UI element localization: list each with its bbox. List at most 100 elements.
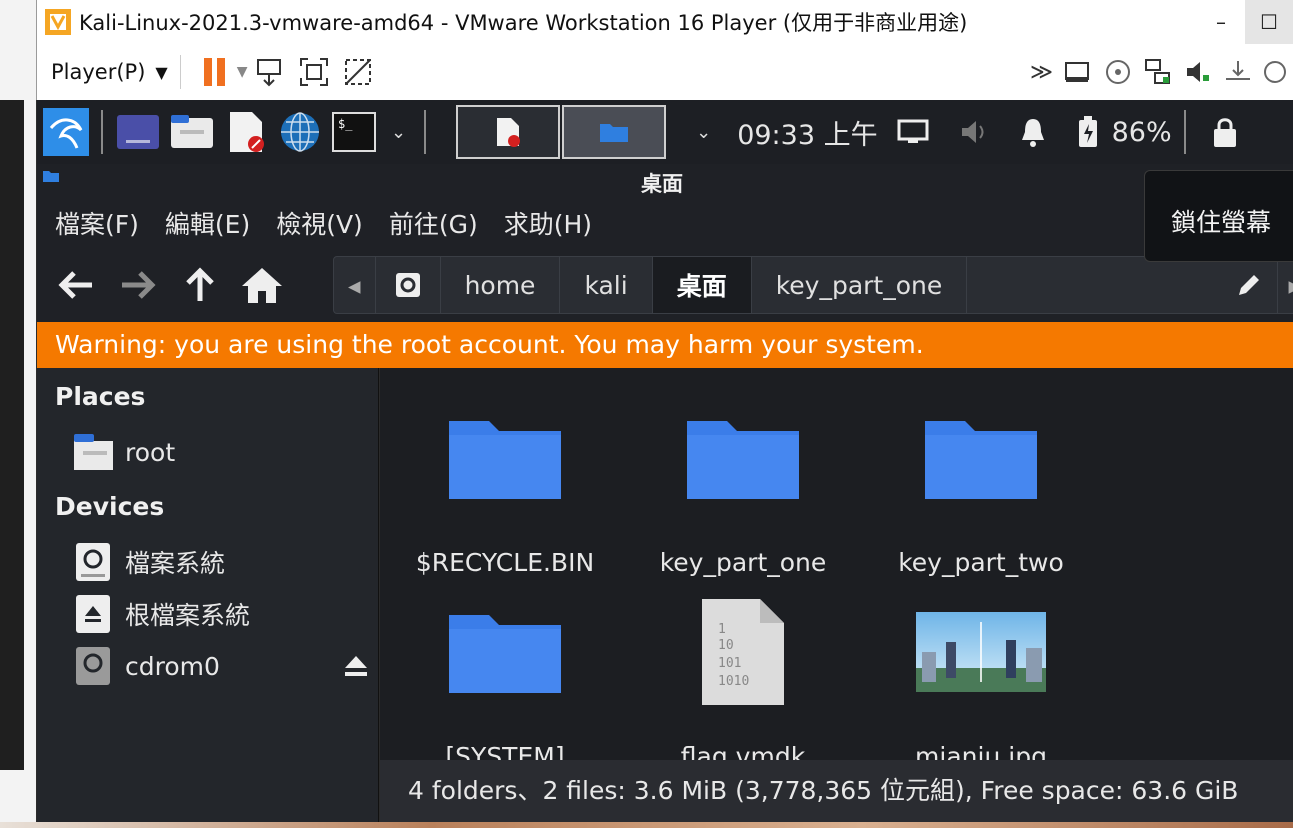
svg-text:$_: $_ (338, 117, 353, 131)
edit-path-button[interactable] (1221, 272, 1277, 298)
image-thumbnail-icon (916, 612, 1046, 692)
chevron-down-icon[interactable]: ⌄ (391, 122, 406, 143)
vm-device-icons: ≫ (1030, 44, 1293, 100)
path-bar: ◂ home kali 桌面 key_part_one ▸ (333, 256, 1293, 314)
folder-icon (600, 124, 629, 142)
sidebar-item-label: root (125, 437, 176, 467)
svg-text:10: 10 (718, 638, 734, 653)
vmware-titlebar: Kali-Linux-2021.3-vmware-amd64 - VMware … (36, 0, 1293, 44)
file-item-recycle-bin[interactable]: $RECYCLE.BIN (386, 398, 624, 577)
status-bar: 4 folders、2 files: 3.6 MiB (3,778,365 位元… (380, 760, 1293, 822)
chevron-down-icon[interactable]: ▼ (237, 64, 248, 80)
host-taskbar-edge (0, 822, 1293, 828)
kali-menu-icon[interactable] (43, 108, 89, 156)
root-warning-banner: Warning: you are using the root account.… (37, 322, 1293, 368)
battery-percentage: 86% (1111, 116, 1172, 148)
pause-icon[interactable] (199, 56, 231, 88)
lock-screen-icon[interactable] (1210, 116, 1240, 148)
menu-help[interactable]: 求助(H) (504, 205, 592, 241)
file-view: $RECYCLE.BIN key_part_one key_part_two [… (380, 368, 1293, 771)
battery-icon[interactable] (1076, 115, 1100, 149)
drive-icon (73, 542, 113, 582)
send-ctrl-alt-del-icon[interactable] (254, 56, 286, 88)
sidebar-item-cdrom0[interactable]: cdrom0 (73, 646, 220, 686)
sidebar-item-root-filesystem[interactable]: 根檔案系統 (73, 594, 250, 634)
optical-drive-icon (73, 646, 113, 686)
arrow-right-icon (122, 271, 156, 299)
scroll-left-button[interactable]: ◂ (334, 257, 376, 313)
chevron-down-icon[interactable]: ⌄ (696, 122, 711, 143)
sidebar-item-label: 檔案系統 (125, 549, 226, 578)
removable-drive-icon (73, 594, 113, 634)
sound-icon[interactable] (1183, 57, 1213, 87)
file-name: key_part_two (898, 548, 1064, 577)
hard-disk-icon[interactable] (1063, 57, 1093, 87)
file-item-flag-vmdk[interactable]: 1 10 101 1010 flag.vmdk (624, 592, 862, 771)
forward-button[interactable] (107, 255, 169, 315)
file-manager-icon[interactable] (169, 110, 215, 154)
display-icon[interactable] (896, 117, 930, 147)
places-heading: Places (55, 382, 146, 411)
sidebar-item-filesystem[interactable]: 檔案系統 (73, 542, 225, 582)
parent-folder-button[interactable] (169, 255, 231, 315)
home-folder-icon (73, 432, 113, 472)
crumb-kali[interactable]: kali (560, 257, 653, 313)
menu-go[interactable]: 前往(G) (389, 205, 478, 241)
scroll-right-button[interactable]: ▸ (1277, 257, 1293, 313)
desktop-icon[interactable] (115, 110, 161, 154)
chevron-down-icon: ▼ (155, 62, 168, 82)
eject-button[interactable] (343, 654, 369, 682)
eject-icon (345, 656, 367, 676)
network-icon[interactable] (1143, 57, 1173, 87)
maximize-button[interactable]: ☐ (1245, 0, 1293, 44)
fullscreen-icon[interactable] (298, 56, 330, 88)
text-editor-icon (497, 118, 521, 147)
window-title: Kali-Linux-2021.3-vmware-amd64 - VMware … (79, 11, 968, 35)
terminal-icon[interactable]: $_ (331, 110, 377, 154)
sidebar-item-label: 根檔案系統 (125, 601, 251, 630)
svg-text:1010: 1010 (718, 674, 749, 689)
browser-icon[interactable] (277, 110, 323, 154)
crumb-desktop[interactable]: 桌面 (652, 257, 752, 313)
unity-icon[interactable] (342, 56, 374, 88)
sidebar-item-label: cdrom0 (125, 651, 220, 681)
screen: Kali-Linux-2021.3-vmware-amd64 - VMware … (0, 0, 1293, 828)
file-item-system[interactable]: [SYSTEM] (386, 592, 624, 771)
folder-icon (925, 421, 1037, 499)
pencil-icon (1239, 275, 1260, 295)
crumb-home[interactable]: home (441, 257, 561, 313)
file-name: key_part_one (659, 548, 827, 577)
crumb-filesystem[interactable] (376, 257, 441, 313)
volume-icon[interactable] (958, 117, 992, 147)
file-item-key-part-two[interactable]: key_part_two (862, 398, 1100, 577)
file-item-key-part-one[interactable]: key_part_one (624, 398, 862, 577)
menu-view[interactable]: 檢視(V) (276, 205, 363, 241)
more-icon[interactable]: ≫ (1030, 60, 1053, 85)
host-desktop-strip (0, 0, 36, 828)
home-button[interactable] (231, 255, 293, 315)
folder-icon (687, 421, 799, 499)
usb-icon[interactable] (1223, 57, 1253, 87)
menu-bar: 檔案(F) 編輯(E) 檢視(V) 前往(G) 求助(H) (37, 198, 1293, 248)
player-menu[interactable]: Player(P) ▼ (51, 60, 168, 84)
back-button[interactable] (45, 255, 107, 315)
clock[interactable]: 09:33 上午 (737, 113, 877, 152)
text-editor-icon[interactable] (223, 110, 269, 154)
cd-icon[interactable] (1103, 57, 1133, 87)
sidebar-item-root[interactable]: root (73, 432, 175, 472)
file-manager-toolbar: ◂ home kali 桌面 key_part_one ▸ (37, 248, 1293, 322)
folder-icon (449, 615, 561, 693)
player-menu-label: Player(P) (51, 60, 146, 84)
folder-icon (449, 421, 561, 499)
taskbar-file-manager-button[interactable] (562, 105, 667, 159)
home-icon (242, 268, 282, 303)
taskbar-text-editor-button[interactable] (456, 105, 561, 159)
kali-top-panel: $_ ⌄ ⌄ 09:33 上午 86% (37, 100, 1293, 164)
menu-edit[interactable]: 編輯(E) (165, 205, 250, 241)
file-item-mianju-jpg[interactable]: mianju.jpg (862, 592, 1100, 771)
message-icon[interactable] (1263, 57, 1287, 87)
menu-file[interactable]: 檔案(F) (55, 205, 139, 241)
crumb-key-part-one[interactable]: key_part_one (752, 257, 968, 313)
notification-bell-icon[interactable] (1018, 116, 1048, 148)
minimize-button[interactable]: – (1197, 0, 1245, 44)
